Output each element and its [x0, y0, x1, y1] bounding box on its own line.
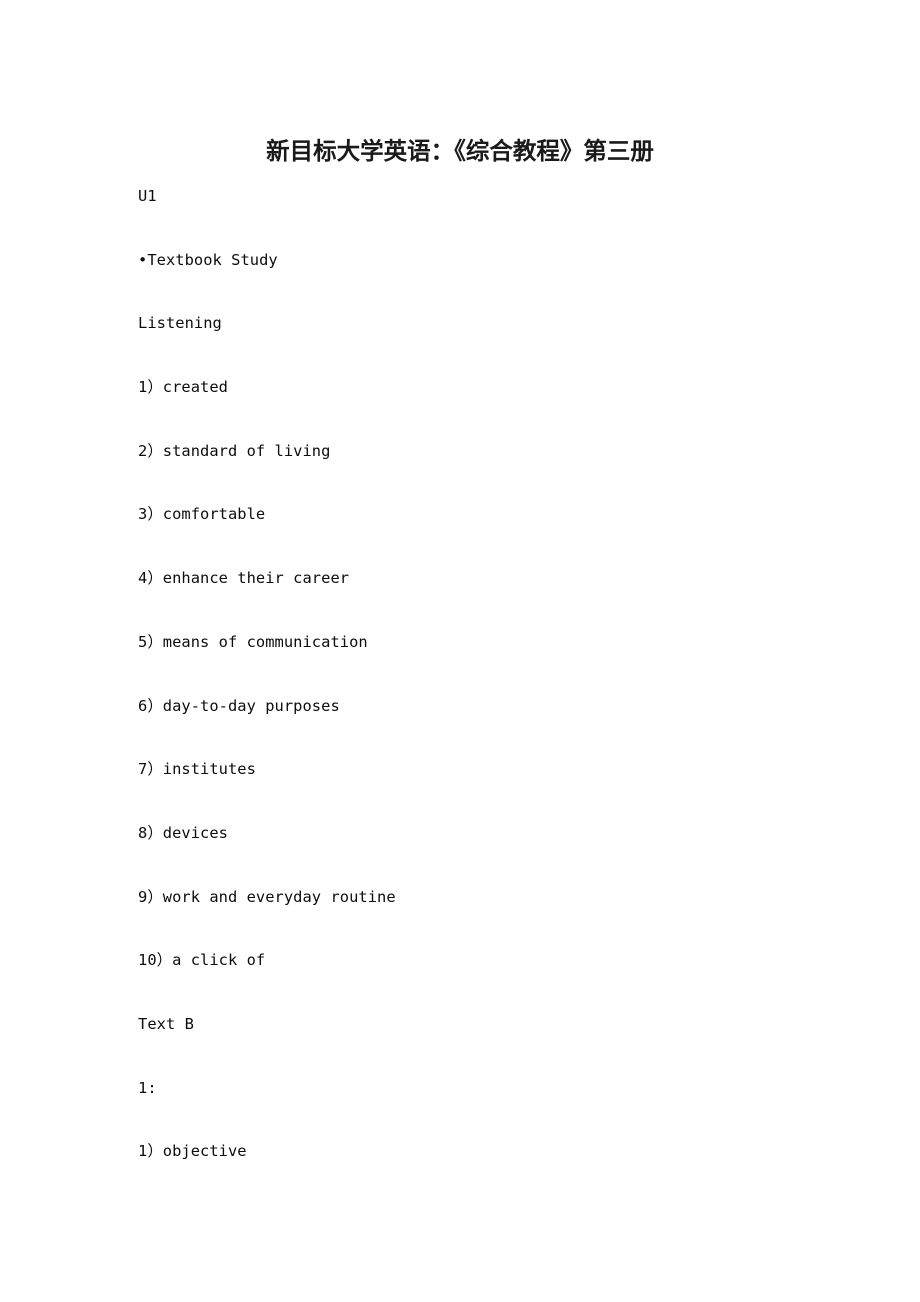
paragraph-answer-9: 9）work and everyday routine [138, 887, 396, 906]
paragraph-answer-5: 5）means of communication [138, 632, 368, 651]
paragraph-answer-10: 10）a click of [138, 951, 266, 970]
paragraph-answer-6: 6）day-to-day purposes [138, 696, 340, 715]
paragraph-answer-2: 2）standard of living [138, 441, 331, 460]
paragraph-answer-1: 1）created [138, 378, 228, 397]
paragraph-answer-8: 8）devices [138, 823, 228, 842]
document-page: 新目标大学英语：《综合教程》第三册 U1 •Textbook Study Lis… [0, 0, 920, 1302]
paragraph-section-text-b: Text B [138, 1014, 194, 1033]
paragraph-section-textbook: •Textbook Study [138, 250, 278, 269]
paragraph-exercise-1-item-1: 1）objective [138, 1142, 247, 1161]
paragraph-exercise-1-label: 1: [138, 1078, 157, 1097]
paragraph-answer-7: 7）institutes [138, 760, 256, 779]
paragraph-unit-label: U1 [138, 187, 157, 205]
paragraph-section-listening: Listening [138, 314, 222, 333]
paragraph-answer-4: 4）enhance their career [138, 569, 350, 588]
document-body: U1 •Textbook Study Listening 1）created 2… [138, 186, 838, 1162]
paragraph-answer-3: 3）comfortable [138, 505, 266, 524]
page-title: 新目标大学英语：《综合教程》第三册 [266, 136, 654, 165]
